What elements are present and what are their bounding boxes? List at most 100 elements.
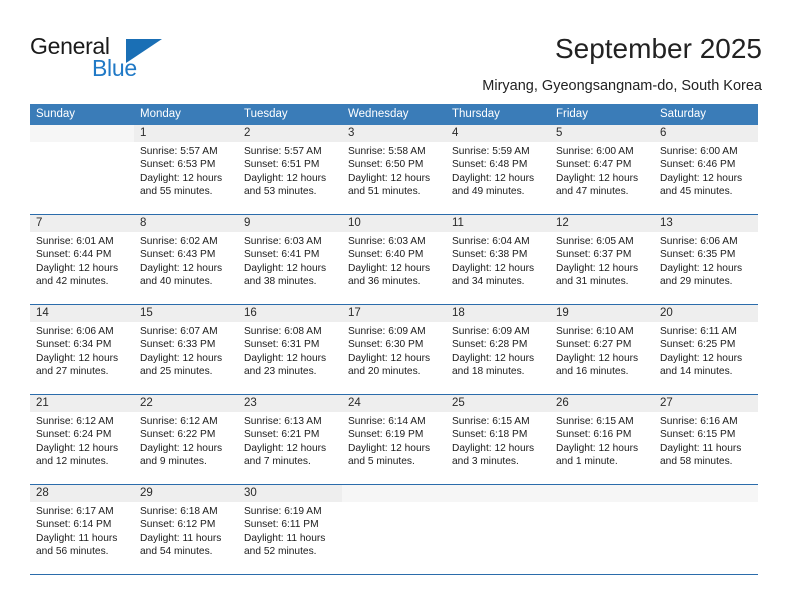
day-number[interactable]: 21: [30, 395, 134, 412]
day-cell[interactable]: Sunrise: 6:18 AM Sunset: 6:12 PM Daylight:…: [134, 502, 238, 574]
day-number[interactable]: 18: [446, 305, 550, 322]
day-number[interactable]: 12: [550, 215, 654, 232]
day-number[interactable]: 24: [342, 395, 446, 412]
day-number[interactable]: 30: [238, 485, 342, 502]
day-number[interactable]: 8: [134, 215, 238, 232]
day-daylight-1-text: Daylight: 12 hours: [244, 262, 327, 274]
day-daylight-1-text: Daylight: 12 hours: [36, 442, 119, 454]
day-daylight-1-text: Daylight: 12 hours: [244, 352, 327, 364]
day-cell[interactable]: Sunrise: 6:15 AM Sunset: 6:18 PM Daylight:…: [446, 412, 550, 484]
day-number-blank: [550, 485, 654, 502]
day-cell[interactable]: Sunrise: 6:05 AM Sunset: 6:37 PM Daylight:…: [550, 232, 654, 304]
day-number[interactable]: 23: [238, 395, 342, 412]
day-number[interactable]: 6: [654, 125, 758, 142]
day-sunrise-text: Sunrise: 6:07 AM: [140, 326, 218, 337]
day-cell[interactable]: Sunrise: 5:59 AM Sunset: 6:48 PM Daylight:…: [446, 142, 550, 214]
day-number[interactable]: 4: [446, 125, 550, 142]
day-number[interactable]: 7: [30, 215, 134, 232]
day-daylight-2-text: and 7 minutes.: [244, 456, 311, 468]
day-cell[interactable]: Sunrise: 5:57 AM Sunset: 6:51 PM Daylight:…: [238, 142, 342, 214]
calendar-weeks: 1 2 3 4 5 6 Sunrise: 5:57 AM Sunset: 6:53 PM Day…: [30, 125, 758, 575]
day-cell[interactable]: Sunrise: 6:11 AM Sunset: 6:25 PM Daylight:…: [654, 322, 758, 394]
day-cell[interactable]: Sunrise: 6:03 AM Sunset: 6:41 PM Daylight:…: [238, 232, 342, 304]
day-sunrise-text: Sunrise: 5:57 AM: [140, 146, 218, 157]
day-cell[interactable]: Sunrise: 6:13 AM Sunset: 6:21 PM Daylight:…: [238, 412, 342, 484]
day-cell[interactable]: Sunrise: 6:17 AM Sunset: 6:14 PM Daylight:…: [30, 502, 134, 574]
day-sunrise-text: Sunrise: 6:04 AM: [452, 236, 530, 247]
brand-logo[interactable]: General Blue: [30, 33, 260, 83]
day-daylight-1-text: Daylight: 11 hours: [140, 532, 222, 544]
day-daylight-1-text: Daylight: 11 hours: [36, 532, 118, 544]
day-sunrise-text: Sunrise: 6:17 AM: [36, 506, 114, 517]
day-number[interactable]: 26: [550, 395, 654, 412]
day-sunrise-text: Sunrise: 6:02 AM: [140, 236, 218, 247]
day-number[interactable]: 25: [446, 395, 550, 412]
day-number[interactable]: 9: [238, 215, 342, 232]
day-daylight-1-text: Daylight: 12 hours: [36, 352, 119, 364]
day-daylight-1-text: Daylight: 12 hours: [452, 262, 535, 274]
day-cell[interactable]: Sunrise: 6:19 AM Sunset: 6:11 PM Daylight:…: [238, 502, 342, 574]
day-cell[interactable]: Sunrise: 6:03 AM Sunset: 6:40 PM Daylight:…: [342, 232, 446, 304]
day-sunset-text: Sunset: 6:41 PM: [244, 249, 320, 261]
day-daylight-2-text: and 29 minutes.: [660, 276, 733, 288]
day-sunrise-text: Sunrise: 5:59 AM: [452, 146, 530, 157]
day-sunset-text: Sunset: 6:24 PM: [36, 429, 112, 441]
day-number[interactable]: 27: [654, 395, 758, 412]
day-number[interactable]: 14: [30, 305, 134, 322]
day-cell[interactable]: Sunrise: 6:09 AM Sunset: 6:28 PM Daylight:…: [446, 322, 550, 394]
day-cell[interactable]: Sunrise: 6:00 AM Sunset: 6:47 PM Daylight:…: [550, 142, 654, 214]
day-number[interactable]: 3: [342, 125, 446, 142]
day-cell[interactable]: Sunrise: 6:07 AM Sunset: 6:33 PM Daylight:…: [134, 322, 238, 394]
day-number[interactable]: 19: [550, 305, 654, 322]
day-cell[interactable]: Sunrise: 5:57 AM Sunset: 6:53 PM Daylight:…: [134, 142, 238, 214]
day-daylight-2-text: and 9 minutes.: [140, 456, 207, 468]
day-number[interactable]: 5: [550, 125, 654, 142]
day-cell[interactable]: Sunrise: 6:08 AM Sunset: 6:31 PM Daylight:…: [238, 322, 342, 394]
day-daylight-2-text: and 20 minutes.: [348, 366, 421, 378]
day-sunset-text: Sunset: 6:43 PM: [140, 249, 216, 261]
day-cell[interactable]: Sunrise: 5:58 AM Sunset: 6:50 PM Daylight:…: [342, 142, 446, 214]
day-cell[interactable]: Sunrise: 6:06 AM Sunset: 6:34 PM Daylight:…: [30, 322, 134, 394]
day-sunset-text: Sunset: 6:50 PM: [348, 159, 424, 171]
day-sunset-text: Sunset: 6:40 PM: [348, 249, 424, 261]
day-daylight-1-text: Daylight: 12 hours: [556, 442, 639, 454]
day-number[interactable]: 28: [30, 485, 134, 502]
day-number[interactable]: 1: [134, 125, 238, 142]
day-daylight-1-text: Daylight: 12 hours: [140, 172, 223, 184]
day-cell[interactable]: Sunrise: 6:06 AM Sunset: 6:35 PM Daylight:…: [654, 232, 758, 304]
weekday-header-sunday: Sunday: [36, 108, 76, 120]
day-cell[interactable]: Sunrise: 6:01 AM Sunset: 6:44 PM Daylight:…: [30, 232, 134, 304]
day-number[interactable]: 2: [238, 125, 342, 142]
day-number[interactable]: 20: [654, 305, 758, 322]
day-cell[interactable]: Sunrise: 6:16 AM Sunset: 6:15 PM Daylight:…: [654, 412, 758, 484]
day-sunrise-text: Sunrise: 6:14 AM: [348, 416, 426, 427]
day-sunset-text: Sunset: 6:22 PM: [140, 429, 216, 441]
day-number[interactable]: 29: [134, 485, 238, 502]
day-sunset-text: Sunset: 6:33 PM: [140, 339, 216, 351]
weekday-header-wednesday: Wednesday: [348, 108, 409, 120]
week-detail-row: Sunrise: 5:57 AM Sunset: 6:53 PM Daylight:…: [30, 142, 758, 214]
day-cell[interactable]: Sunrise: 6:15 AM Sunset: 6:16 PM Daylight:…: [550, 412, 654, 484]
day-daylight-1-text: Daylight: 12 hours: [660, 352, 743, 364]
day-cell[interactable]: Sunrise: 6:09 AM Sunset: 6:30 PM Daylight:…: [342, 322, 446, 394]
day-cell[interactable]: Sunrise: 6:00 AM Sunset: 6:46 PM Daylight:…: [654, 142, 758, 214]
day-cell[interactable]: Sunrise: 6:12 AM Sunset: 6:22 PM Daylight:…: [134, 412, 238, 484]
day-daylight-1-text: Daylight: 12 hours: [348, 172, 431, 184]
day-daylight-2-text: and 12 minutes.: [36, 456, 109, 468]
day-number[interactable]: 17: [342, 305, 446, 322]
day-cell[interactable]: Sunrise: 6:02 AM Sunset: 6:43 PM Daylight:…: [134, 232, 238, 304]
day-number[interactable]: 13: [654, 215, 758, 232]
day-number[interactable]: 22: [134, 395, 238, 412]
week-daynumber-row: 123456: [30, 125, 758, 142]
day-cell[interactable]: Sunrise: 6:10 AM Sunset: 6:27 PM Daylight:…: [550, 322, 654, 394]
day-number[interactable]: 16: [238, 305, 342, 322]
day-number[interactable]: 11: [446, 215, 550, 232]
calendar-grid: Sunday Monday Tuesday Wednesday Thursday…: [30, 104, 758, 575]
day-daylight-1-text: Daylight: 12 hours: [452, 172, 535, 184]
day-sunset-text: Sunset: 6:53 PM: [140, 159, 216, 171]
day-cell[interactable]: Sunrise: 6:12 AM Sunset: 6:24 PM Daylight:…: [30, 412, 134, 484]
day-number[interactable]: 10: [342, 215, 446, 232]
day-cell[interactable]: Sunrise: 6:04 AM Sunset: 6:38 PM Daylight:…: [446, 232, 550, 304]
day-number[interactable]: 15: [134, 305, 238, 322]
day-cell[interactable]: Sunrise: 6:14 AM Sunset: 6:19 PM Daylight:…: [342, 412, 446, 484]
